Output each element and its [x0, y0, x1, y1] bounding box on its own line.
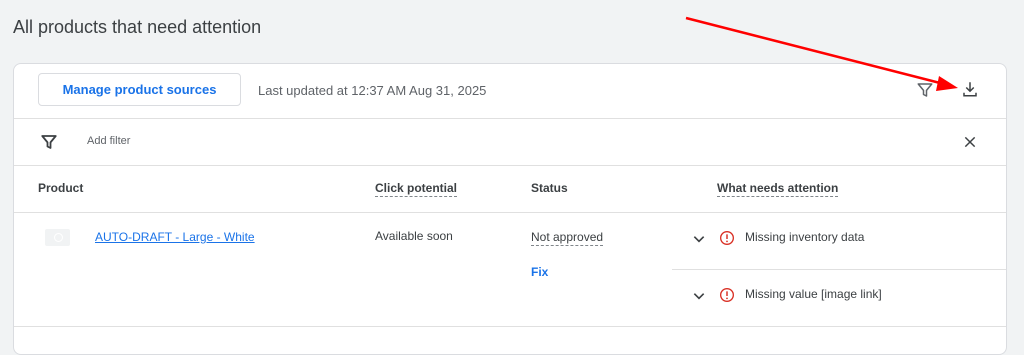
click-potential-value: Available soon — [375, 229, 453, 243]
download-icon[interactable] — [961, 80, 979, 98]
filter-icon[interactable] — [916, 81, 934, 99]
column-header-status[interactable]: Status — [531, 181, 568, 195]
chevron-down-icon[interactable] — [692, 232, 706, 246]
close-icon[interactable] — [962, 134, 978, 150]
issue-text: Missing value [image link] — [745, 287, 882, 301]
table-header: Product Click potential Status What need… — [14, 166, 1006, 213]
column-header-product[interactable]: Product — [38, 181, 83, 195]
error-icon — [720, 231, 734, 245]
column-header-click-potential[interactable]: Click potential — [375, 181, 458, 197]
error-icon — [720, 288, 734, 302]
product-thumbnail — [45, 229, 70, 246]
issue-text: Missing inventory data — [745, 230, 865, 244]
issue-item[interactable]: Missing inventory data — [672, 213, 1006, 270]
table-row: AUTO-DRAFT - Large - White Available soo… — [14, 213, 1006, 327]
product-link[interactable]: AUTO-DRAFT - Large - White — [95, 230, 255, 244]
column-header-what-needs-attention[interactable]: What needs attention — [717, 181, 839, 197]
last-updated-text: Last updated at 12:37 AM Aug 31, 2025 — [258, 83, 487, 98]
manage-product-sources-button[interactable]: Manage product sources — [38, 73, 241, 106]
filter-icon[interactable] — [40, 133, 58, 151]
filter-bar: Add filter — [14, 119, 1006, 166]
issue-item[interactable]: Missing value [image link] — [672, 270, 1006, 326]
page-title: All products that need attention — [13, 17, 262, 37]
fix-link[interactable]: Fix — [531, 265, 548, 279]
add-filter-input[interactable]: Add filter — [87, 135, 130, 147]
chevron-down-icon[interactable] — [692, 289, 706, 303]
products-card: Manage product sources Last updated at 1… — [13, 63, 1007, 355]
toolbar: Manage product sources Last updated at 1… — [14, 64, 1006, 119]
status-value[interactable]: Not approved — [531, 230, 604, 246]
